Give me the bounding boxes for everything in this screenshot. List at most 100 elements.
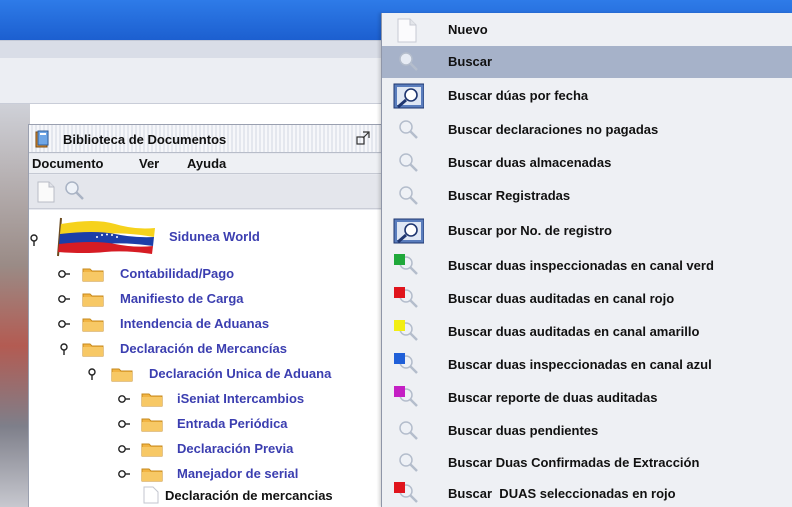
search-icon [399, 453, 418, 472]
search-magenta-icon [394, 386, 418, 407]
menu-item-seleccionadas-rojo[interactable]: Buscar DUAS seleccionadas en rojo [382, 478, 792, 507]
tree-expand-handle-icon[interactable] [57, 292, 71, 306]
tree-item-label: Manifiesto de Carga [120, 291, 244, 306]
tree-item-label: Declaración Previa [177, 441, 294, 456]
document-library-window: Biblioteca de Documentos Documento Ver A… [28, 124, 390, 507]
tree-collapse-handle-icon[interactable] [85, 367, 99, 381]
tree-item-manifiesto[interactable]: Manifiesto de Carga [29, 288, 389, 310]
tree-item-label: Declaración de Mercancías [120, 341, 287, 356]
tree-expand-handle-icon[interactable] [117, 392, 131, 406]
menu-item-buscar[interactable]: Buscar [382, 46, 792, 78]
tree-item-iseniat[interactable]: iSeniat Intercambios [29, 388, 389, 410]
menu-ver[interactable]: Ver [139, 156, 159, 171]
search-red-icon [394, 482, 418, 503]
menu-item-buscar-por-registro[interactable]: Buscar por No. de registro [382, 215, 792, 247]
tree-expand-handle-icon[interactable] [57, 317, 71, 331]
menu-item-buscar-por-fecha[interactable]: Buscar dúas por fecha [382, 80, 792, 112]
folder-icon [141, 393, 163, 407]
tree-item-intendencia[interactable]: Intendencia de Aduanas [29, 313, 389, 335]
menu-item-label: Buscar declaraciones no pagadas [448, 122, 659, 137]
menu-item-buscar-almacenadas[interactable]: Buscar duas almacenadas [382, 147, 792, 179]
tree-item-label: Entrada Periódica [177, 416, 288, 431]
menu-item-canal-verde[interactable]: Buscar duas inspeccionadas en canal verd [382, 250, 792, 282]
menu-ayuda[interactable]: Ayuda [187, 156, 226, 171]
search-by-date-icon [393, 83, 424, 109]
menu-item-buscar-pendientes[interactable]: Buscar duas pendientes [382, 415, 792, 447]
folder-icon [141, 418, 163, 432]
tree-item-label: Declaración de mercancias [165, 488, 333, 503]
tree-expand-handle-icon[interactable] [117, 442, 131, 456]
search-icon [399, 153, 418, 172]
book-icon [35, 130, 49, 148]
tree-item-label: Intendencia de Aduanas [120, 316, 270, 331]
document-context-menu: Nuevo Buscar Buscar dúas por fecha Busca… [381, 13, 792, 507]
folder-icon [141, 468, 163, 482]
new-document-icon[interactable] [37, 181, 55, 203]
document-tree: Sidunea World Contabilidad/Pago Manifies… [29, 210, 389, 507]
tree-collapse-handle-icon[interactable] [29, 233, 41, 247]
menu-item-label: Buscar [448, 54, 493, 69]
menu-item-reporte-auditadas[interactable]: Buscar reporte de duas auditadas [382, 382, 792, 414]
menu-item-canal-amarillo[interactable]: Buscar duas auditadas en canal amarillo [382, 316, 792, 348]
tree-item-label: iSeniat Intercambios [177, 391, 305, 406]
tree-item-contabilidad[interactable]: Contabilidad/Pago [29, 263, 389, 285]
menu-item-label: Buscar duas inspeccionadas en canal azul [448, 357, 712, 372]
search-icon [399, 186, 418, 205]
menu-documento[interactable]: Documento [32, 156, 104, 171]
menu-item-label: Buscar Duas Confirmadas de Extracción [448, 455, 700, 470]
tree-item-entrada-periodica[interactable]: Entrada Periódica [29, 413, 389, 435]
window-title: Biblioteca de Documentos [63, 132, 227, 147]
folder-icon [82, 343, 104, 357]
tree-item-declaracion-unica[interactable]: Declaración Unica de Aduana [29, 363, 389, 385]
menu-item-label: Buscar por No. de registro [448, 223, 612, 238]
folder-icon [82, 293, 104, 307]
menu-item-confirmadas-extraccion[interactable]: Buscar Duas Confirmadas de Extracción [382, 447, 792, 479]
menu-item-label: Buscar duas auditadas en canal rojo [448, 291, 675, 306]
search-icon [399, 52, 418, 71]
menu-item-label: Buscar DUAS seleccionadas en rojo [448, 486, 676, 501]
search-icon [399, 421, 418, 440]
window-titlebar[interactable]: Biblioteca de Documentos [29, 125, 389, 153]
menu-item-canal-rojo[interactable]: Buscar duas auditadas en canal rojo [382, 283, 792, 315]
new-document-icon [397, 18, 417, 43]
venezuela-flag-icon [57, 217, 155, 257]
menu-item-label: Buscar duas almacenadas [448, 155, 612, 170]
folder-icon [82, 268, 104, 282]
menu-item-label: Buscar duas auditadas en canal amarillo [448, 324, 700, 339]
menu-item-label: Buscar dúas por fecha [448, 88, 589, 103]
tree-item-declaracion-previa[interactable]: Declaración Previa [29, 438, 389, 460]
tree-item-label: Contabilidad/Pago [120, 266, 235, 281]
menu-item-label: Buscar duas inspeccionadas en canal verd [448, 258, 714, 273]
menu-item-canal-azul[interactable]: Buscar duas inspeccionadas en canal azul [382, 349, 792, 381]
menu-item-nuevo[interactable]: Nuevo [382, 14, 792, 46]
tree-item-declaracion-de-mercancias[interactable]: Declaración de mercancias [29, 486, 389, 507]
window-menubar: Documento Ver Ayuda [29, 154, 389, 174]
search-by-number-icon [393, 218, 424, 244]
tree-expand-handle-icon[interactable] [57, 267, 71, 281]
search-green-icon [394, 254, 418, 275]
tree-root[interactable]: Sidunea World [29, 216, 389, 257]
tree-expand-handle-icon[interactable] [117, 417, 131, 431]
menu-item-label: Buscar duas pendientes [448, 423, 599, 438]
menu-item-buscar-registradas[interactable]: Buscar Registradas [382, 180, 792, 212]
menu-item-label: Nuevo [448, 22, 488, 37]
maximize-icon[interactable] [356, 131, 370, 145]
folder-icon [82, 318, 104, 332]
desktop-background [0, 104, 30, 507]
menu-item-buscar-no-pagadas[interactable]: Buscar declaraciones no pagadas [382, 114, 792, 146]
tree-item-declaracion-mercancias[interactable]: Declaración de Mercancías [29, 338, 389, 360]
document-icon [143, 486, 159, 504]
tree-item-label: Manejador de serial [177, 466, 299, 481]
tree-expand-handle-icon[interactable] [117, 467, 131, 481]
tree-collapse-handle-icon[interactable] [57, 342, 71, 356]
menu-item-label: Buscar reporte de duas auditadas [448, 390, 658, 405]
search-icon [399, 120, 418, 139]
search-blue-icon [394, 353, 418, 374]
tree-item-manejador-serial[interactable]: Manejador de serial [29, 463, 389, 485]
search-yellow-icon [394, 320, 418, 341]
menu-item-label: Buscar Registradas [448, 188, 571, 203]
folder-icon [111, 368, 133, 382]
search-red-icon [394, 287, 418, 308]
tree-root-label: Sidunea World [169, 229, 260, 244]
search-icon[interactable] [63, 179, 85, 201]
